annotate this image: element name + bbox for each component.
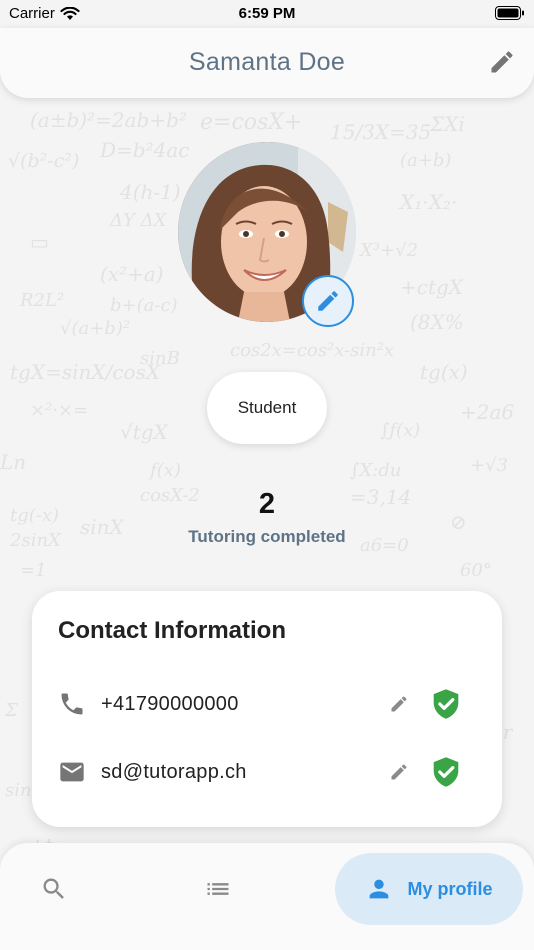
role-badge: Student: [207, 372, 327, 444]
nav-list-tab[interactable]: [188, 853, 248, 925]
tutoring-label: Tutoring completed: [188, 527, 346, 546]
nav-profile-label: My profile: [407, 878, 493, 899]
verified-shield-icon: [431, 688, 461, 720]
page-title: Samanta Doe: [188, 48, 346, 76]
change-photo-button[interactable]: [302, 275, 354, 327]
battery-icon: [495, 6, 525, 24]
pencil-icon: [391, 764, 407, 780]
contact-row-phone: +41790000000: [32, 684, 502, 724]
status-bar: Carrier 6:59 PM: [0, 0, 534, 28]
bottom-navigation: My profile: [0, 843, 534, 950]
list-icon: [207, 883, 229, 895]
phone-value: +41790000000: [101, 693, 239, 715]
pencil-icon: [391, 696, 407, 712]
clock: 6:59 PM: [238, 5, 296, 22]
nav-search-tab[interactable]: [24, 853, 84, 925]
nav-profile-tab[interactable]: My profile: [335, 853, 523, 925]
search-icon: [43, 878, 64, 899]
contact-row-email: sd@tutorapp.ch: [32, 752, 502, 792]
card-title: Contact Information: [58, 617, 286, 644]
email-value: sd@tutorapp.ch: [101, 761, 247, 783]
edit-email-button[interactable]: [389, 762, 409, 782]
pencil-icon: [491, 51, 513, 73]
app-header: Samanta Doe: [0, 28, 534, 98]
contact-card: Contact Information +41790000000 sd@tuto: [32, 591, 502, 827]
pencil-icon: [318, 291, 338, 311]
edit-profile-button[interactable]: [488, 48, 516, 76]
person-icon: [370, 879, 389, 899]
phone-icon: [58, 690, 86, 718]
verified-shield-icon: [431, 756, 461, 788]
tutoring-count: 2: [258, 488, 276, 520]
edit-phone-button[interactable]: [389, 694, 409, 714]
email-icon: [58, 758, 86, 786]
